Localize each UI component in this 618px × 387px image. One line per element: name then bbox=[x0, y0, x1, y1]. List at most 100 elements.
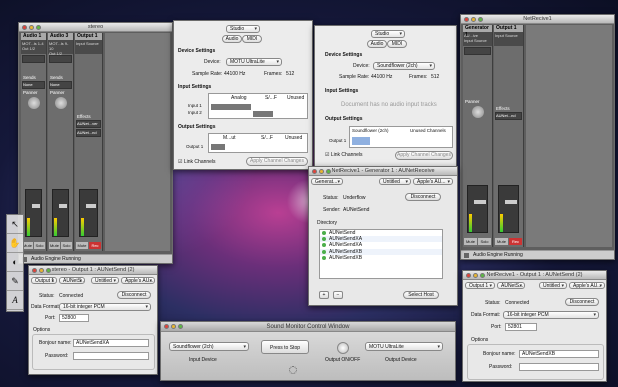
channel-block[interactable] bbox=[253, 111, 273, 117]
tab-audio[interactable]: Audio bbox=[222, 35, 242, 43]
output-device-select[interactable]: MOTU UltraLite bbox=[365, 342, 443, 351]
channel-block[interactable] bbox=[352, 137, 370, 145]
title-bar[interactable]: NetRecive1 - Generator 1 : AUNetReceive bbox=[309, 167, 457, 176]
color-palette-icon[interactable]: ◐ bbox=[7, 253, 23, 272]
solo-button[interactable]: Solo bbox=[478, 238, 491, 245]
channel-block[interactable] bbox=[211, 104, 251, 110]
mute-button[interactable]: Mute bbox=[464, 238, 477, 245]
track-select[interactable]: Output 1 bbox=[465, 282, 495, 289]
title-bar[interactable]: Sound Monitor Control Window bbox=[161, 322, 455, 332]
title-bar[interactable]: NetRecive1 bbox=[461, 15, 614, 24]
password-field[interactable] bbox=[519, 363, 599, 371]
link-channels-checkbox[interactable]: ☑ Link Channels bbox=[325, 152, 363, 158]
zoom-icon[interactable] bbox=[478, 17, 483, 22]
record-button[interactable]: Rec bbox=[89, 242, 101, 249]
manufacturer-select[interactable]: Apple's AU... bbox=[569, 282, 605, 289]
password-field[interactable] bbox=[73, 352, 149, 360]
solo-button[interactable]: Solo bbox=[61, 242, 72, 249]
preset-select[interactable]: Untitled bbox=[91, 277, 119, 284]
input-device-select[interactable]: Soundflower (2ch) bbox=[169, 342, 249, 351]
output-channel-grid[interactable]: M...ut S/...F Unused bbox=[208, 133, 308, 153]
hand-tool-icon[interactable]: ✋ bbox=[7, 234, 23, 253]
port-field[interactable]: 52800 bbox=[59, 314, 89, 322]
manufacturer-select[interactable]: Apple's AU... bbox=[121, 277, 155, 284]
pan-knob[interactable] bbox=[471, 106, 484, 118]
select-host-button[interactable]: Select Host bbox=[403, 291, 439, 299]
insert-slot[interactable] bbox=[464, 47, 491, 55]
mute-button[interactable]: Mute bbox=[49, 242, 60, 249]
effect-slot[interactable]: AUNet...nd bbox=[76, 129, 101, 137]
list-item[interactable]: AUNetSendXB bbox=[320, 255, 442, 261]
title-bar[interactable]: stereo bbox=[19, 23, 172, 32]
output-channel-grid[interactable]: Soundflower (2ch) Unused Channels bbox=[349, 126, 453, 148]
bonjour-name-field[interactable]: AUNetSendXA bbox=[73, 339, 149, 347]
track-select[interactable]: Output 1 bbox=[31, 277, 57, 284]
disconnect-button[interactable]: Disconnect bbox=[405, 193, 441, 201]
preset-select[interactable]: Untitled bbox=[379, 178, 411, 185]
text-tool-icon[interactable]: A bbox=[7, 291, 23, 310]
close-icon[interactable] bbox=[312, 169, 317, 174]
channel-block[interactable] bbox=[211, 144, 225, 150]
arrow-tool-icon[interactable]: ↖ bbox=[7, 215, 23, 234]
bonjour-name-field[interactable]: AUNetSendXB bbox=[519, 350, 599, 358]
zoom-icon[interactable] bbox=[326, 169, 331, 174]
zoom-icon[interactable] bbox=[178, 324, 183, 329]
volume-fader[interactable] bbox=[498, 185, 519, 233]
host-directory-list[interactable]: AUNetSend AUNetSendXA AUNetSendXA AUNetS… bbox=[319, 229, 443, 279]
close-icon[interactable] bbox=[466, 273, 471, 278]
strip-input[interactable]: MOT...ls 9-10 bbox=[49, 41, 72, 51]
insert-slot[interactable] bbox=[49, 55, 72, 63]
studio-select[interactable]: Studio bbox=[226, 25, 260, 33]
title-bar[interactable]: NetRecive1 - Output 1 : AUNetSend (2) bbox=[463, 271, 606, 280]
sends-select[interactable]: None bbox=[22, 81, 45, 89]
port-field[interactable]: 52801 bbox=[505, 323, 537, 331]
close-icon[interactable] bbox=[464, 17, 469, 22]
pan-knob[interactable] bbox=[54, 97, 67, 109]
close-icon[interactable] bbox=[32, 268, 37, 273]
pan-knob[interactable] bbox=[27, 97, 40, 109]
title-bar[interactable]: stereo - Output 1 : AUNetSend (2) bbox=[29, 266, 157, 275]
tab-midi[interactable]: MIDI bbox=[387, 40, 407, 48]
studio-select[interactable]: Studio bbox=[371, 30, 405, 38]
minimize-icon[interactable] bbox=[171, 324, 176, 329]
record-button[interactable]: Rec bbox=[509, 238, 522, 245]
data-format-select[interactable]: 16-bit integer PCM bbox=[503, 311, 599, 319]
volume-fader[interactable] bbox=[467, 185, 488, 233]
zoom-icon[interactable] bbox=[36, 25, 41, 30]
sends-select[interactable]: None bbox=[49, 81, 72, 89]
pencil-tool-icon[interactable]: ✎ bbox=[7, 272, 23, 291]
input-channel-grid[interactable]: Analog S/...F Unused bbox=[208, 93, 308, 119]
minimize-icon[interactable] bbox=[473, 273, 478, 278]
manufacturer-select[interactable]: Apple's AU... bbox=[413, 178, 453, 185]
volume-fader[interactable] bbox=[52, 189, 69, 237]
close-icon[interactable] bbox=[164, 324, 169, 329]
insert-slot[interactable] bbox=[22, 55, 45, 63]
link-channels-checkbox[interactable]: ☑ Link Channels bbox=[178, 159, 216, 165]
effect-slot[interactable]: AUNet...nd bbox=[495, 112, 522, 120]
mute-button[interactable]: Mute bbox=[76, 242, 88, 249]
device-select[interactable]: Soundflower (2ch) bbox=[373, 62, 435, 70]
tab-audio[interactable]: Audio bbox=[367, 40, 387, 48]
minimize-icon[interactable] bbox=[471, 17, 476, 22]
minimize-icon[interactable] bbox=[39, 268, 44, 273]
close-icon[interactable] bbox=[22, 25, 27, 30]
output-toggle-button[interactable] bbox=[337, 342, 349, 354]
add-host-button[interactable]: + bbox=[319, 291, 329, 299]
track-select[interactable]: Generat... bbox=[311, 178, 343, 185]
tab-midi[interactable]: MIDI bbox=[242, 35, 262, 43]
solo-button[interactable]: Solo bbox=[34, 242, 45, 249]
plugin-select[interactable]: AUNetS... bbox=[497, 282, 525, 289]
effect-slot[interactable]: AUNet...ver bbox=[76, 120, 101, 128]
zoom-icon[interactable] bbox=[480, 273, 485, 278]
apply-channel-changes-button[interactable]: Apply Channel Changes bbox=[246, 157, 308, 166]
volume-fader[interactable] bbox=[25, 189, 42, 237]
minimize-icon[interactable] bbox=[29, 25, 34, 30]
mute-button[interactable]: Mute bbox=[495, 238, 508, 245]
strip-input[interactable]: Input Source bbox=[76, 41, 101, 46]
press-to-stop-button[interactable]: Press to Stop bbox=[261, 340, 309, 354]
plugin-select[interactable]: AUNetS... bbox=[59, 277, 85, 284]
disconnect-button[interactable]: Disconnect bbox=[117, 291, 151, 299]
strip-input[interactable]: Input Source bbox=[495, 33, 522, 38]
apply-channel-changes-button[interactable]: Apply Channel Changes bbox=[395, 151, 453, 160]
remove-host-button[interactable]: − bbox=[333, 291, 343, 299]
